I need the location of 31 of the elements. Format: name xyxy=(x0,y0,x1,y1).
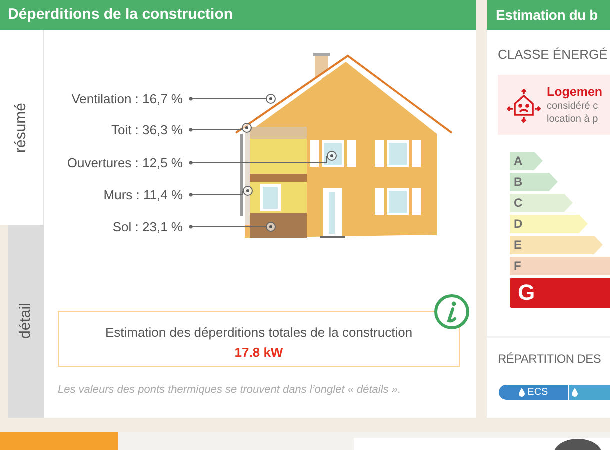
note-text: Les valeurs des ponts thermiques se trouvent dans l’onglet « détails ». xyxy=(58,383,402,398)
energy-class-bar: E xyxy=(510,236,603,254)
total-loss-value: 17.8 kW xyxy=(234,344,284,362)
side-tab[interactable]: détail xyxy=(8,225,44,418)
total-loss-label: Estimation des déperditions totales de la construction xyxy=(104,324,414,342)
energy-class-bar: D xyxy=(510,214,588,234)
leader-line xyxy=(189,186,253,197)
energy-class-bar: G xyxy=(510,278,610,308)
sad-house-icon xyxy=(507,88,541,122)
energy-class-bar: A xyxy=(510,152,543,170)
panel-title: Déperditions de la construction xyxy=(0,0,476,30)
leader-line xyxy=(189,123,252,133)
diagram-label: Toit : 36,3 % xyxy=(111,121,183,140)
diagram-label: Murs : 11,4 % xyxy=(104,186,183,204)
drop-icon xyxy=(572,388,578,396)
warning-text: considéré c xyxy=(547,100,600,112)
info-icon[interactable] xyxy=(434,294,470,330)
warning-text: location à p xyxy=(547,112,600,126)
warning-title: Logemen xyxy=(547,84,603,100)
section-heading: RÉPARTITION DES xyxy=(498,350,602,368)
panel-title: Estimation du b xyxy=(487,0,610,30)
segment-label: ECS xyxy=(528,386,548,400)
energy-class-bar: C xyxy=(510,194,573,212)
energy-class-bar: F xyxy=(510,256,610,276)
drop-icon xyxy=(518,388,525,396)
side-tab[interactable]: résumé xyxy=(0,30,44,225)
diagram-label: Ouvertures : 12,5 % xyxy=(67,154,183,172)
energy-class-bar: B xyxy=(510,172,558,192)
diagram-label: Ventilation : 16,7 % xyxy=(72,90,183,108)
section-heading: CLASSE ÉNERGÉ xyxy=(498,46,609,64)
diagram-label: Sol : 23,1 % xyxy=(112,218,183,236)
